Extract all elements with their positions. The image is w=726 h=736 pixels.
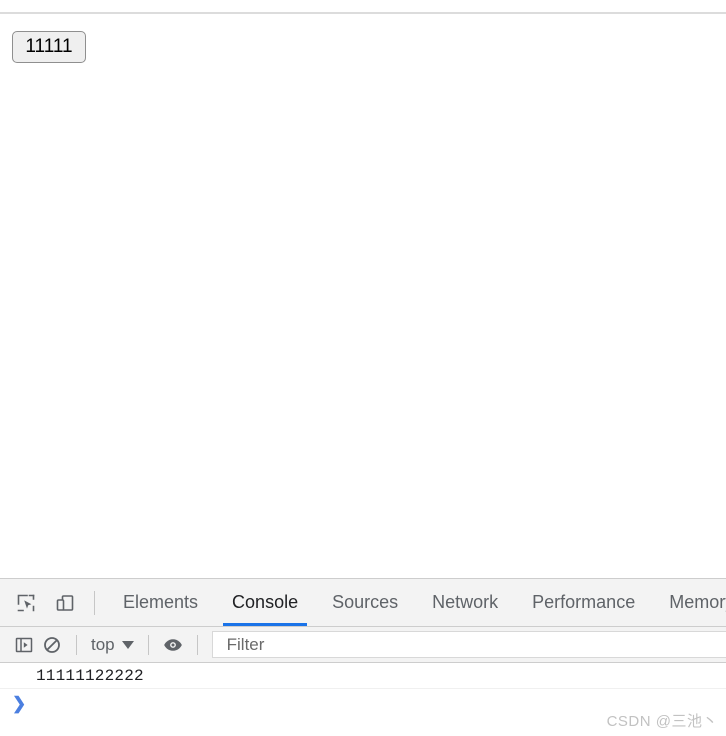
tab-label: Elements [123,592,199,612]
page-top-divider [0,12,726,14]
tab-console[interactable]: Console [215,579,315,626]
devtools-panel: Elements Console Sources Network Perform… [0,578,726,736]
console-message-text: 11111122222 [36,666,144,685]
filterbar-divider-3 [196,634,198,655]
tab-label: Sources [332,592,399,612]
live-expression-eye-icon[interactable] [159,631,187,659]
csdn-watermark: CSDN @三池丶 [606,713,718,730]
tab-performance[interactable]: Performance [515,579,652,626]
console-filter-input[interactable] [211,631,726,658]
inspect-element-icon[interactable] [11,588,41,618]
demo-button[interactable]: 11111 [12,31,86,63]
tab-label: Memory [669,592,726,612]
tab-label: Network [432,592,499,612]
console-filter-bar: top [0,627,726,663]
chevron-down-icon [121,640,134,649]
page-viewport: 11111 [0,0,726,578]
console-context-selector[interactable]: top [87,635,138,655]
filterbar-divider-1 [76,634,77,655]
tab-label: Console [232,592,299,612]
device-toolbar-icon[interactable] [50,588,80,618]
console-context-label: top [91,634,115,654]
clear-console-icon[interactable] [38,631,66,659]
prompt-chevron-icon: ❯ [12,693,27,713]
tab-elements[interactable]: Elements [106,579,215,626]
tab-network[interactable]: Network [415,579,515,626]
devtools-tabbar: Elements Console Sources Network Perform… [0,579,726,627]
tab-label: Performance [532,592,636,612]
filterbar-divider-2 [147,634,149,655]
console-output: 11111122222 ❯ CSDN @三池丶 [0,663,726,736]
console-message-row: 11111122222 [0,663,726,689]
toolbar-divider [94,590,95,615]
console-sidebar-icon[interactable] [10,631,38,659]
tab-memory[interactable]: Memory [652,579,726,626]
tab-sources[interactable]: Sources [315,579,415,626]
